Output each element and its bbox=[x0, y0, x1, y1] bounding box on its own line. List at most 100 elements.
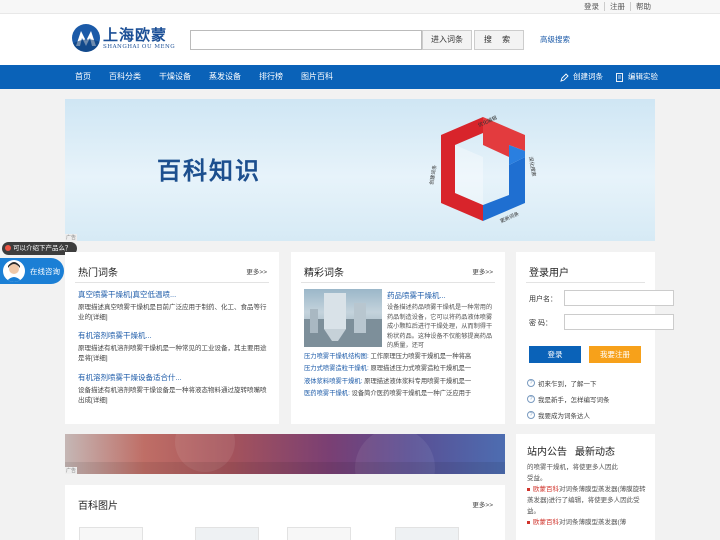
question-icon: ? bbox=[527, 379, 535, 387]
help-link[interactable]: 帮助 bbox=[630, 2, 656, 11]
pencil-icon bbox=[560, 72, 569, 82]
featured-item-title: 压力式喷雾造粒干燥机: bbox=[304, 365, 369, 373]
search-input[interactable] bbox=[190, 30, 422, 50]
nav-item-home[interactable]: 首页 bbox=[66, 65, 100, 89]
question-icon: ? bbox=[527, 411, 535, 419]
list-item: 真空喷雾干燥机|真空低温喷... 原理描述真空喷雾干燥机是目前广泛应用于制药、化… bbox=[78, 289, 268, 323]
notice-author: 欧蒙百科 bbox=[533, 486, 559, 493]
tab-latest-updates[interactable]: 最新动态 bbox=[575, 443, 615, 458]
list-item: 有机溶剂喷雾干燥设备适合什... 设备描述有机溶剂喷雾干燥设备是一种将液态物料通… bbox=[78, 372, 268, 406]
online-consult-button[interactable]: 在线咨询 bbox=[0, 258, 64, 284]
search-button[interactable]: 搜 索 bbox=[474, 30, 524, 50]
logo-m-icon bbox=[72, 24, 100, 52]
document-icon bbox=[616, 72, 623, 82]
featured-item-desc: 原理描述压力式喷雾造粒干燥机是一 bbox=[368, 365, 472, 373]
featured-item-desc: 设备简介医药喷雾干燥机是一种广泛应用于 bbox=[349, 390, 472, 398]
question-icon: ? bbox=[527, 395, 535, 403]
notice-text: 受益。 bbox=[527, 475, 547, 482]
nav-item-drying[interactable]: 干燥设备 bbox=[150, 65, 200, 89]
edit-lab-link[interactable]: 编辑实验 bbox=[615, 65, 658, 89]
site-logo[interactable]: 上海欧蒙 SHANGHAI OU MENG bbox=[72, 24, 175, 52]
hot-more-link[interactable]: 更多>> bbox=[246, 266, 267, 276]
list-item[interactable]: 欧蒙百科对词条薄膜型蒸发器(薄 bbox=[527, 517, 649, 528]
password-label: 密 码： bbox=[529, 320, 552, 327]
login-link[interactable]: 登录 bbox=[579, 2, 604, 11]
hot-entry-title[interactable]: 有机溶剂喷雾干燥设备适合什... bbox=[78, 373, 182, 382]
logo-english-name: SHANGHAI OU MENG bbox=[103, 43, 176, 50]
login-title: 登录用户 bbox=[529, 268, 569, 279]
featured-item-desc: 工作原理压力喷雾干燥机是一种将高 bbox=[368, 353, 472, 360]
main-nav: 首页 百科分类 干燥设备 蒸发设备 排行榜 图片百科 创建词条 编辑实验 bbox=[0, 65, 720, 89]
featured-item-desc: 原理描述液体浆料专用喷雾干燥机是一 bbox=[362, 377, 472, 385]
bullet-icon bbox=[527, 487, 530, 491]
agent-avatar bbox=[3, 260, 25, 282]
picture-thumbnail[interactable] bbox=[287, 527, 351, 540]
hot-entry-title[interactable]: 有机溶剂喷雾干燥机... bbox=[78, 331, 152, 340]
list-item[interactable]: 压力式喷雾造粒干燥机: 原理描述压力式喷雾造粒干燥机是一 bbox=[304, 363, 499, 375]
help-text: 初来乍到，了解一下 bbox=[538, 381, 597, 388]
hot-entry-desc: 原理描述有机溶剂喷雾干燥机是一种常见的工业设备，其主要用途是将[详细] bbox=[78, 345, 267, 362]
featured-lead-desc: 设备描述药品喷雾干燥机是一种常用的药品制造设备，它可以将药品液体喷雾成小颗粒后进… bbox=[387, 304, 493, 349]
divider bbox=[301, 282, 495, 283]
picture-thumbnail[interactable] bbox=[79, 527, 143, 540]
create-entry-link[interactable]: 创建词条 bbox=[560, 65, 603, 89]
cube-graphic: 优化编辑 深化搜索 更新词条 创建词条 bbox=[428, 114, 537, 225]
divider bbox=[526, 282, 645, 283]
nav-item-pictures[interactable]: 图片百科 bbox=[292, 65, 342, 89]
bullet-icon bbox=[527, 520, 530, 524]
notice-list: 的喷雾干燥机，将使更多人因此 受益。 欧蒙百科对词条薄膜型蒸发器(薄膜旋转蒸发器… bbox=[527, 462, 649, 528]
cube-label-create: 创建词条 bbox=[428, 164, 438, 185]
list-item[interactable]: 医药喷雾干燥机: 设备简介医药喷雾干燥机是一种广泛应用于 bbox=[304, 388, 499, 400]
ad-tag: 广告 bbox=[65, 467, 78, 474]
featured-item-title: 压力喷雾干燥机结构图: bbox=[304, 353, 369, 360]
nav-item-ranking[interactable]: 排行榜 bbox=[250, 65, 292, 89]
list-item[interactable]: 欧蒙百科对词条薄膜型蒸发器(薄膜旋转蒸发器)进行了编辑，将使更多人因此受益。 bbox=[527, 484, 649, 517]
help-link-newbie[interactable]: ? 我是新手，怎样编写词条 bbox=[527, 394, 610, 404]
list-item: 有机溶剂喷雾干燥机... 原理描述有机溶剂喷雾干燥机是一种常见的工业设备，其主要… bbox=[78, 330, 268, 364]
featured-lead-title[interactable]: 药品喷雾干燥机... bbox=[387, 290, 446, 301]
featured-list: 压力喷雾干燥机结构图: 工作原理压力喷雾干燥机是一种将高 压力式喷雾造粒干燥机:… bbox=[304, 351, 499, 401]
list-item[interactable]: 液体浆料喷雾干燥机: 原理描述液体浆料专用喷雾干燥机是一 bbox=[304, 376, 499, 388]
top-links: 登录 注册 帮助 bbox=[579, 2, 656, 11]
create-entry-label: 创建词条 bbox=[573, 72, 603, 81]
tab-announcements[interactable]: 站内公告 bbox=[527, 443, 567, 458]
chat-dot-icon bbox=[5, 245, 11, 252]
username-field[interactable] bbox=[564, 290, 674, 306]
featured-item-title: 液体浆料喷雾干燥机: bbox=[304, 377, 363, 385]
enter-entry-button[interactable]: 进入词条 bbox=[422, 30, 472, 50]
help-link-intro[interactable]: ? 初来乍到，了解一下 bbox=[527, 378, 597, 388]
hot-entry-desc: 原理描述真空喷雾干燥机是目前广泛应用于制药、化工、食品等行业的[详细] bbox=[78, 304, 267, 321]
online-consult-label: 在线咨询 bbox=[30, 267, 60, 276]
ad-tag: 广告 bbox=[65, 234, 78, 241]
pictures-more-link[interactable]: 更多>> bbox=[472, 499, 493, 509]
hot-entry-desc: 设备描述有机溶剂喷雾干燥设备是一种将液态物料通过旋转喷嘴喷出成[详细] bbox=[78, 387, 267, 404]
hot-entries-panel: 热门词条 更多>> 真空喷雾干燥机|真空低温喷... 原理描述真空喷雾干燥机是目… bbox=[65, 252, 279, 424]
register-link[interactable]: 注册 bbox=[604, 2, 630, 11]
register-button[interactable]: 我要注册 bbox=[589, 346, 641, 363]
picture-thumbnail[interactable] bbox=[395, 527, 459, 540]
nav-item-categories[interactable]: 百科分类 bbox=[100, 65, 150, 89]
notice-author: 欧蒙百科 bbox=[533, 519, 559, 526]
help-text: 我是新手，怎样编写词条 bbox=[538, 397, 610, 404]
site-header: 上海欧蒙 SHANGHAI OU MENG 进入词条 搜 索 高级搜索 bbox=[0, 14, 720, 65]
featured-more-link[interactable]: 更多>> bbox=[472, 266, 493, 276]
nav-item-evaporation[interactable]: 蒸发设备 bbox=[200, 65, 250, 89]
login-button[interactable]: 登录 bbox=[529, 346, 581, 363]
hero-banner[interactable]: 百科知识 优化编辑 深化搜索 更新词条 创建词条 bbox=[65, 99, 655, 241]
login-panel: 登录用户 用户名： 密 码： 登录 我要注册 ? 初来乍到，了解一下 ? 我是新手，… bbox=[516, 252, 674, 424]
help-link-expert[interactable]: ? 我要成为词条达人 bbox=[527, 410, 590, 420]
notice-text: 对词条薄膜型蒸发器(薄 bbox=[559, 519, 627, 526]
advanced-search-link[interactable]: 高级搜索 bbox=[540, 34, 570, 45]
advertisement-banner[interactable] bbox=[65, 434, 505, 474]
picture-thumbnail[interactable] bbox=[195, 527, 259, 540]
list-item[interactable]: 压力喷雾干燥机结构图: 工作原理压力喷雾干燥机是一种将高 bbox=[304, 351, 499, 363]
featured-image[interactable] bbox=[304, 289, 382, 347]
help-text: 我要成为词条达人 bbox=[538, 413, 590, 420]
notice-text: 的喷雾干燥机，将使更多人因此 bbox=[527, 464, 618, 471]
hot-entry-title[interactable]: 真空喷雾干燥机|真空低温喷... bbox=[78, 290, 176, 299]
featured-item-title: 医药喷雾干燥机: bbox=[304, 390, 350, 398]
banner-title: 百科知识 bbox=[157, 158, 261, 185]
featured-entries-panel: 精彩词条 更多>> 药品喷雾干燥机... 设备描述药品喷雾干燥机是一种常用的药品… bbox=[291, 252, 505, 424]
hot-entries-title: 热门词条 bbox=[78, 268, 118, 279]
password-field[interactable] bbox=[564, 314, 674, 330]
